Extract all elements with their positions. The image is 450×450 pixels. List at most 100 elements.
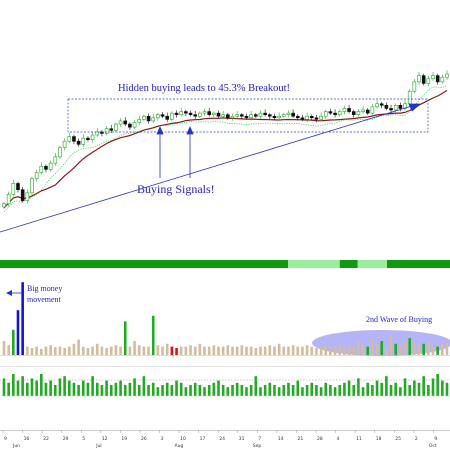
indicator-bar xyxy=(417,382,421,396)
candle-body xyxy=(114,123,118,131)
candle-body xyxy=(142,115,146,120)
volume-bar xyxy=(189,345,192,355)
volume-bar xyxy=(40,348,43,355)
candle-body xyxy=(365,109,370,114)
candle-body xyxy=(67,136,72,142)
x-tick-label: 19 xyxy=(121,436,127,442)
volume-bar xyxy=(413,342,416,355)
volume-bar xyxy=(245,346,248,355)
indicator-bar xyxy=(263,385,267,396)
volume-bar xyxy=(329,346,332,355)
candle-body xyxy=(165,115,170,120)
candle-body xyxy=(81,137,86,145)
indicator-bar xyxy=(91,376,94,396)
volume-bar xyxy=(371,338,374,355)
candle-body xyxy=(58,147,62,158)
indicator-bar xyxy=(445,382,449,396)
candle-body xyxy=(128,123,132,128)
x-month-label: Aug xyxy=(175,443,184,449)
x-tick-label: 3 xyxy=(161,436,164,442)
indicator-bar xyxy=(357,378,360,396)
indicator-bar xyxy=(161,385,164,396)
volume-bar xyxy=(277,343,281,355)
candle-body xyxy=(342,108,347,112)
candle-body xyxy=(351,111,356,115)
volume-bar xyxy=(26,346,29,355)
candle-body xyxy=(25,192,30,201)
volume-bar xyxy=(63,348,66,355)
x-tick-label: 7 xyxy=(258,436,261,442)
x-tick-label: 24 xyxy=(219,436,225,442)
candle-body xyxy=(281,114,286,117)
indicator-bar xyxy=(114,382,118,396)
volume-bar xyxy=(179,346,183,355)
indicator-bar xyxy=(128,382,132,396)
candle-body xyxy=(393,105,398,111)
volume-bar xyxy=(203,346,206,355)
candle-body xyxy=(407,90,412,105)
indicator-bar xyxy=(217,380,220,396)
x-tick-label: 16 xyxy=(24,436,30,442)
indicator-bar xyxy=(324,382,328,396)
volume-bar xyxy=(53,347,57,355)
volume-bar xyxy=(114,345,118,355)
volume-bar xyxy=(445,342,449,355)
volume-bar xyxy=(207,346,211,355)
volume-bar xyxy=(142,346,146,355)
indicator-bar xyxy=(408,385,411,396)
volume-bar xyxy=(44,346,48,355)
volume-bar xyxy=(30,348,34,355)
x-month-label: Jul xyxy=(95,443,101,449)
indicator-bar xyxy=(277,387,281,396)
indicator-bar xyxy=(291,385,295,396)
candle-body xyxy=(412,81,417,92)
x-tick-label: 21 xyxy=(297,436,303,442)
indicator-bar xyxy=(193,382,197,396)
candle-body xyxy=(249,114,253,119)
indicator-bar xyxy=(133,378,136,396)
volume-bar xyxy=(184,346,188,355)
candle-body xyxy=(53,156,58,164)
indicator-bar xyxy=(53,385,57,396)
candle-body xyxy=(179,111,183,115)
volume-bar xyxy=(310,346,314,355)
volume-bar xyxy=(366,346,370,355)
volume-bar xyxy=(212,345,216,355)
indicator-bar xyxy=(105,380,108,396)
x-tick-label: 10 xyxy=(180,436,186,442)
candle-body xyxy=(258,112,263,117)
indicator-bar xyxy=(123,385,127,396)
volume-bar xyxy=(58,346,62,355)
x-tick-label: 9 xyxy=(434,436,437,442)
indicator-bar xyxy=(226,387,230,396)
volume-bar xyxy=(67,346,71,355)
volume-bar xyxy=(161,346,164,355)
lower-indicator-panel xyxy=(0,366,450,397)
indicator-strip xyxy=(0,260,450,268)
candle-body xyxy=(2,203,6,208)
volume-bar xyxy=(287,346,290,355)
candle-body xyxy=(319,115,323,120)
candle-body xyxy=(104,128,109,134)
candle-body xyxy=(90,134,95,140)
candle-body xyxy=(62,140,67,148)
indicator-bar xyxy=(403,378,407,396)
candle-body xyxy=(300,117,305,120)
second-wave-annotation: 2nd Wave of Buying xyxy=(366,315,432,324)
volume-bar xyxy=(273,346,276,355)
x-tick-label: 28 xyxy=(317,436,323,442)
candle-body xyxy=(230,115,235,119)
indicator-bar xyxy=(273,385,276,396)
candle-body xyxy=(170,112,174,120)
volume-bar xyxy=(249,346,253,355)
x-tick-label: 11 xyxy=(356,436,362,442)
x-tick-label: 31 xyxy=(239,436,245,442)
volume-bar xyxy=(441,343,444,355)
indicator-bar xyxy=(207,385,211,396)
volume-panel: Big money movement 2nd Wave of Buying xyxy=(0,282,450,356)
volume-bar xyxy=(389,335,393,355)
volume-bar xyxy=(49,345,52,355)
candle-body xyxy=(267,114,272,117)
volume-bar xyxy=(221,346,225,355)
indicator-bar xyxy=(184,387,188,396)
